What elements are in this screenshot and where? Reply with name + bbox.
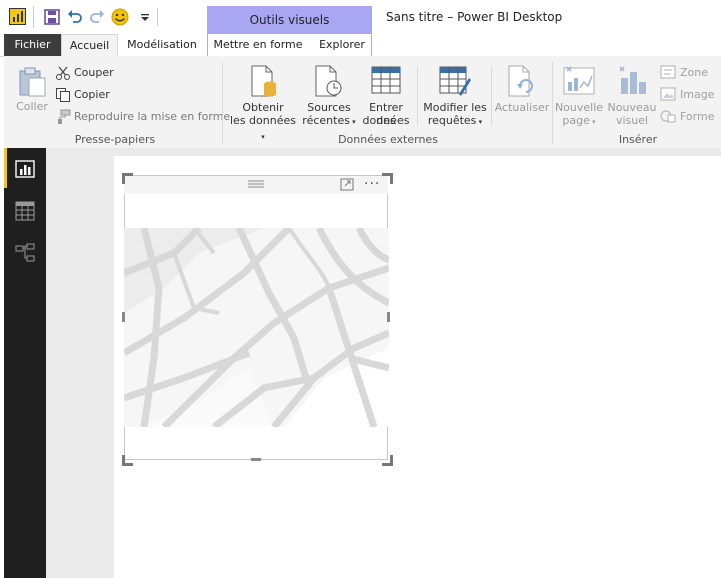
dropdown-arrow-icon: ▾ xyxy=(476,118,483,126)
dropdown-arrow-icon: ▾ xyxy=(349,118,356,126)
qat-separator xyxy=(33,6,34,28)
copy-icon xyxy=(55,87,71,103)
new-visual-button[interactable]: Nouveau visuel xyxy=(606,64,658,128)
new-page-icon xyxy=(562,64,596,98)
window-title: Sans titre – Power BI Desktop xyxy=(386,10,563,24)
recent-sources-label-line1: Sources xyxy=(307,101,351,114)
new-visual-label-line2: visuel xyxy=(615,114,649,127)
new-page-label-line2-wrap: page ▾ xyxy=(554,114,604,129)
report-view-icon[interactable] xyxy=(15,160,35,178)
map-placeholder xyxy=(122,225,391,430)
copy-button[interactable]: Copier xyxy=(74,88,110,101)
new-page-button[interactable]: Nouvelle page ▾ xyxy=(554,64,604,128)
cut-button[interactable]: Couper xyxy=(74,66,114,79)
paste-label: Coller xyxy=(16,100,48,113)
tab-explorer[interactable]: Explorer xyxy=(312,34,372,56)
save-icon[interactable] xyxy=(43,8,61,26)
shape-icon xyxy=(660,109,676,123)
text-box-button[interactable]: Zone xyxy=(680,66,708,79)
new-page-label-line2: page xyxy=(562,114,590,127)
tab-mettre-en-forme[interactable]: Mettre en forme xyxy=(210,34,306,56)
format-painter-icon xyxy=(55,109,71,125)
relationships-view-icon[interactable] xyxy=(15,243,35,263)
new-page-label-line1: Nouvelle xyxy=(554,101,604,114)
focus-mode-icon[interactable] xyxy=(340,178,354,191)
resize-handle-right[interactable] xyxy=(387,312,390,322)
resize-corner-top-left[interactable] xyxy=(122,173,133,184)
refresh-button[interactable]: Actualiser xyxy=(494,64,550,128)
active-view-indicator xyxy=(4,148,7,188)
recent-sources-label-line2-wrap: récentes ▾ xyxy=(302,114,356,129)
recent-sources-icon xyxy=(314,64,344,98)
shape-button[interactable]: Forme xyxy=(680,110,714,123)
format-painter-button[interactable]: Reproduire la mise en forme xyxy=(74,110,230,123)
get-data-button[interactable]: Obtenir les données ▾ xyxy=(228,64,298,141)
enter-data-label-line2: données xyxy=(362,114,410,127)
image-icon xyxy=(660,87,676,101)
new-visual-icon xyxy=(615,64,649,98)
tab-fichier[interactable]: Fichier xyxy=(4,34,61,56)
get-data-icon xyxy=(250,64,278,98)
contextual-tab-group: Outils visuels xyxy=(207,6,372,34)
refresh-icon xyxy=(507,64,537,98)
enter-data-button[interactable]: Entrer des données xyxy=(358,64,414,128)
edit-queries-button[interactable]: Modifier les requêtes ▾ xyxy=(421,64,489,128)
dropdown-arrow-icon: ▾ xyxy=(261,133,265,141)
scissors-icon xyxy=(55,65,71,81)
edit-queries-label-line2: requêtes xyxy=(427,114,477,127)
new-visual-label-line1: Nouveau xyxy=(607,101,657,114)
table-grid-icon xyxy=(371,66,401,96)
text-box-icon xyxy=(660,65,676,79)
group-label-external-data: Données externes xyxy=(338,133,438,146)
image-button[interactable]: Image xyxy=(680,88,714,101)
resize-corner-top-right[interactable] xyxy=(382,173,393,184)
group-separator xyxy=(417,66,418,126)
recent-sources-button[interactable]: Sources récentes ▾ xyxy=(302,64,356,128)
group-separator xyxy=(491,66,492,126)
edit-queries-icon xyxy=(439,66,471,98)
group-label-clipboard: Presse-papiers xyxy=(74,133,156,146)
resize-handle-left[interactable] xyxy=(122,312,125,322)
drag-handle-icon[interactable] xyxy=(247,179,265,189)
data-view-icon[interactable] xyxy=(15,201,35,221)
group-separator xyxy=(222,62,223,144)
resize-corner-bottom-right[interactable] xyxy=(382,455,393,466)
edit-queries-label-line2-wrap: requêtes ▾ xyxy=(421,114,489,129)
refresh-label: Actualiser xyxy=(494,101,550,114)
paste-icon xyxy=(18,66,48,98)
recent-sources-label-line2: récentes xyxy=(302,114,350,127)
customize-icon[interactable] xyxy=(139,8,151,26)
resize-handle-bottom[interactable] xyxy=(251,458,261,461)
get-data-label-line2-wrap: les données ▾ xyxy=(228,114,298,144)
paste-button[interactable]: Coller xyxy=(12,64,52,114)
undo-icon[interactable] xyxy=(66,8,84,26)
qat-separator xyxy=(157,8,158,26)
more-options-icon[interactable]: ··· xyxy=(364,176,380,192)
tab-accueil[interactable]: Accueil xyxy=(61,34,118,57)
edit-queries-label-line1: Modifier les xyxy=(423,101,487,114)
smiley-icon[interactable] xyxy=(110,8,130,26)
get-data-label-line2: les données xyxy=(230,114,296,127)
redo-icon[interactable] xyxy=(88,8,106,26)
group-separator xyxy=(552,62,553,144)
power-bi-icon xyxy=(9,8,26,25)
resize-corner-bottom-left[interactable] xyxy=(122,455,133,466)
dropdown-arrow-icon: ▾ xyxy=(589,118,596,126)
group-label-insert: Insérer xyxy=(618,133,658,146)
tab-modelisation[interactable]: Modélisation xyxy=(121,34,203,56)
get-data-label-line1: Obtenir xyxy=(242,101,284,114)
